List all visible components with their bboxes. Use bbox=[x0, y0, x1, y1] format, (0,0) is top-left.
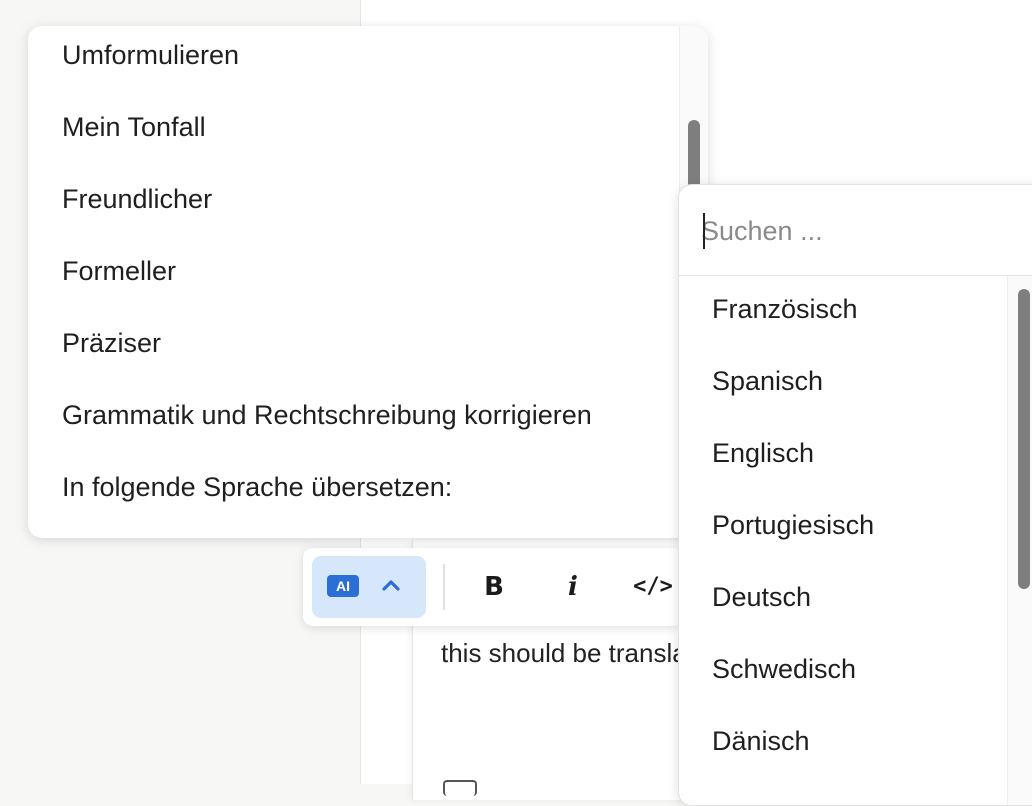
language-option-swedish[interactable]: Schwedisch bbox=[679, 653, 1009, 725]
language-dropdown: Französisch Spanisch Englisch Portugiesi… bbox=[678, 184, 1032, 806]
ai-badge-icon: AI bbox=[327, 575, 359, 597]
bold-button[interactable]: B bbox=[469, 562, 519, 612]
chevron-up-icon bbox=[378, 573, 404, 604]
ai-action-fix-grammar[interactable]: Grammatik und Rechtschreibung korrigiere… bbox=[28, 386, 680, 458]
italic-button[interactable]: i bbox=[548, 562, 598, 612]
ai-action-my-tone[interactable]: Mein Tonfall bbox=[28, 98, 680, 170]
editor-checkbox[interactable] bbox=[443, 780, 477, 796]
language-search-box bbox=[679, 185, 1032, 276]
language-list-scrollbar-thumb[interactable] bbox=[1018, 289, 1030, 589]
language-option-french[interactable]: Französisch bbox=[679, 293, 1009, 365]
ai-menu-toggle-button[interactable]: AI bbox=[312, 556, 426, 618]
language-option-english[interactable]: Englisch bbox=[679, 437, 1009, 509]
language-option-spanish[interactable]: Spanisch bbox=[679, 365, 1009, 437]
toolbar-separator bbox=[443, 564, 445, 610]
text-caret bbox=[703, 213, 705, 249]
language-list-scrollbar[interactable] bbox=[1007, 276, 1032, 805]
language-search-input[interactable] bbox=[701, 209, 1021, 253]
ai-action-rephrase[interactable]: Umformulieren bbox=[28, 26, 680, 98]
language-list: Französisch Spanisch Englisch Portugiesi… bbox=[679, 293, 1009, 797]
language-option-portuguese[interactable]: Portugiesisch bbox=[679, 509, 1009, 581]
language-option-german[interactable]: Deutsch bbox=[679, 581, 1009, 653]
language-option-danish[interactable]: Dänisch bbox=[679, 725, 1009, 797]
code-button[interactable]: </> bbox=[628, 562, 678, 612]
formatting-toolbar: AI B i </> bbox=[303, 548, 683, 626]
ai-action-more-precise[interactable]: Präziser bbox=[28, 314, 680, 386]
ai-action-translate[interactable]: In folgende Sprache übersetzen: bbox=[28, 458, 680, 530]
ai-action-more-formal[interactable]: Formeller bbox=[28, 242, 680, 314]
ai-actions-menu: Umformulieren Mein Tonfall Freundlicher … bbox=[28, 26, 708, 538]
ai-actions-list: Umformulieren Mein Tonfall Freundlicher … bbox=[28, 26, 680, 530]
ai-action-friendlier[interactable]: Freundlicher bbox=[28, 170, 680, 242]
